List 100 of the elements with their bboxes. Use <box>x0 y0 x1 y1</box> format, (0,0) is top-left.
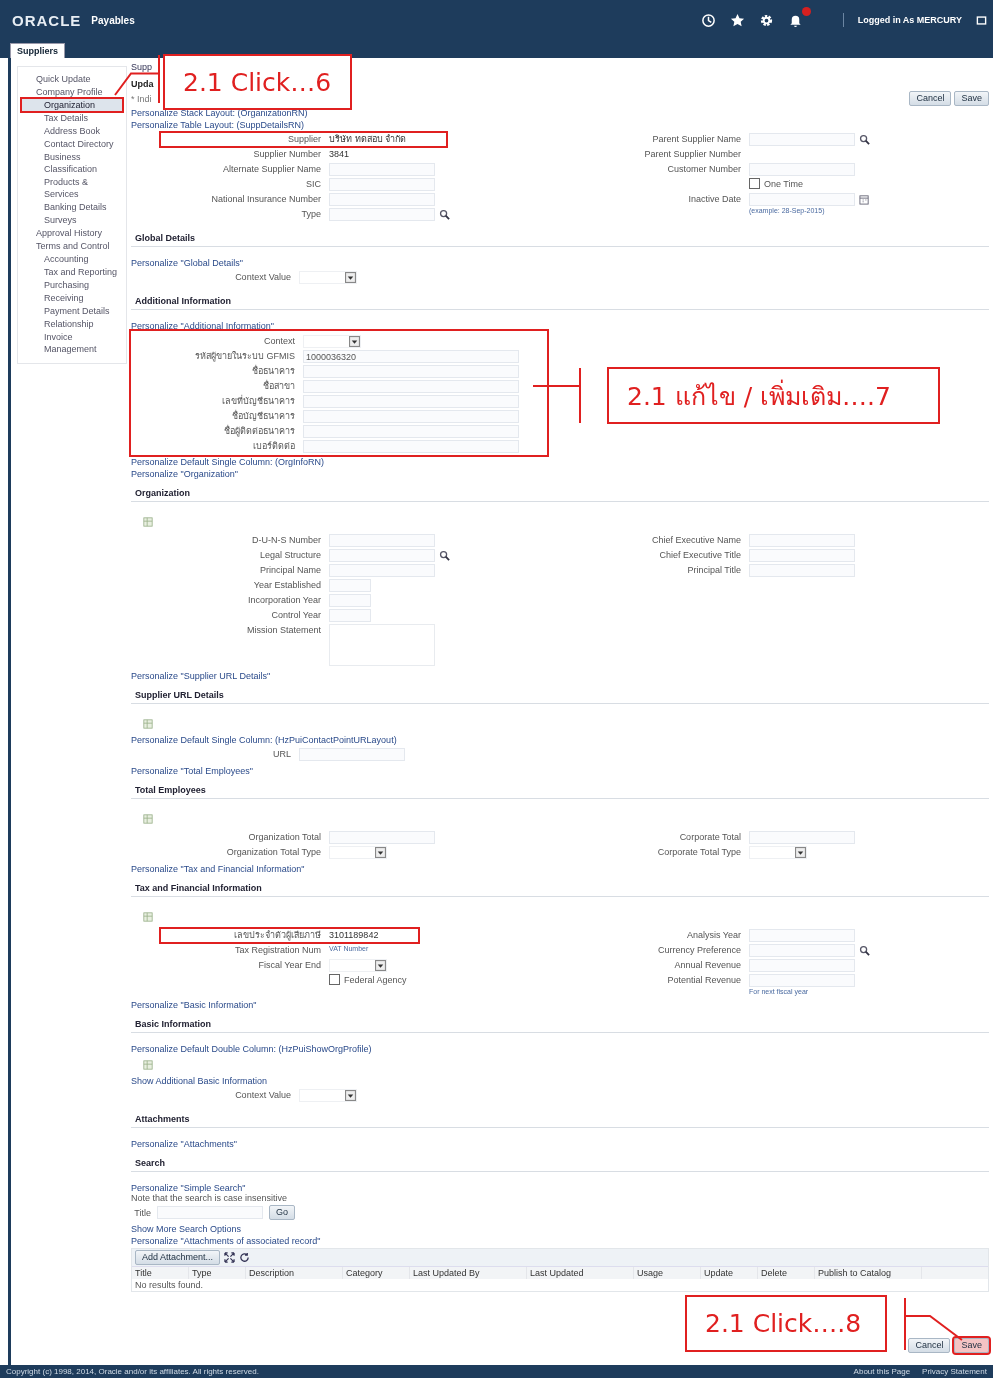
sidebar-item[interactable]: Contact Directory <box>22 138 122 150</box>
sidebar-item[interactable]: Payment Details <box>22 305 122 317</box>
input-field[interactable] <box>299 748 405 761</box>
history-icon[interactable] <box>700 12 716 28</box>
input-field[interactable] <box>303 425 519 438</box>
settings-icon[interactable] <box>758 12 774 28</box>
personalize-link[interactable]: Personalize Default Single Column: (HzPuiContactPointURLayout) <box>131 735 397 745</box>
search-icon[interactable] <box>439 550 450 561</box>
sidebar-item[interactable]: Tax Details <box>22 112 122 124</box>
personalize-link[interactable]: Personalize Default Double Column: (HzPuiShowOrgProfile) <box>131 1044 372 1054</box>
sidebar-item[interactable]: Approval History <box>22 227 122 239</box>
input-field[interactable] <box>329 831 435 844</box>
grid-icon[interactable] <box>143 1060 153 1070</box>
personalize-link[interactable]: Personalize Default Single Column: (OrgInfoRN) <box>131 457 325 467</box>
cancel-button[interactable]: Cancel <box>908 1338 951 1353</box>
input-field[interactable] <box>303 380 519 393</box>
personalize-link[interactable]: Show Additional Basic Information <box>131 1076 268 1086</box>
breadcrumb-link[interactable]: Supp <box>131 62 153 72</box>
personalize-link[interactable]: Personalize "Attachments" <box>131 1139 237 1149</box>
sidebar-item[interactable]: Relationship <box>22 318 122 330</box>
search-icon[interactable] <box>859 134 870 145</box>
input-field[interactable] <box>329 609 371 622</box>
dropdown-field[interactable] <box>303 335 361 348</box>
footer-link[interactable]: About this Page <box>853 1367 911 1376</box>
input-field[interactable] <box>329 534 435 547</box>
personalize-link[interactable]: Personalize Stack Layout: (OrganizationRN) <box>131 108 308 118</box>
personalize-link[interactable]: Personalize "Organization" <box>131 469 238 479</box>
add-attachment-button[interactable]: Add Attachment... <box>135 1250 221 1265</box>
sidebar-item[interactable]: Terms and Control <box>22 240 122 252</box>
sidebar-item[interactable]: Surveys <box>22 214 122 226</box>
sidebar-item[interactable]: Company Profile <box>22 86 122 98</box>
sidebar-item[interactable]: Purchasing <box>22 279 122 291</box>
personalize-link[interactable]: Personalize "Global Details" <box>131 258 243 268</box>
input-field[interactable] <box>303 365 519 378</box>
input-field[interactable] <box>749 929 855 942</box>
personalize-link[interactable]: Personalize "Tax and Financial Information" <box>131 864 305 874</box>
input-field[interactable] <box>749 564 855 577</box>
sidebar-item[interactable]: Tax and Reporting <box>22 266 122 278</box>
dropdown-field[interactable] <box>329 959 387 972</box>
personalize-link[interactable]: Personalize "Additional Information" <box>131 321 274 331</box>
search-icon[interactable] <box>439 209 450 220</box>
window-icon[interactable] <box>976 14 987 26</box>
input-field[interactable] <box>329 178 435 191</box>
input-field[interactable] <box>749 163 855 176</box>
input-field[interactable] <box>749 974 855 987</box>
sidebar-item[interactable]: Products & Services <box>22 176 122 200</box>
dropdown-field[interactable] <box>749 846 807 859</box>
star-icon[interactable] <box>729 12 745 28</box>
sidebar-item[interactable]: Address Book <box>22 125 122 137</box>
expand-icon[interactable] <box>224 1252 236 1263</box>
search-field[interactable] <box>157 1206 263 1219</box>
sidebar-item[interactable]: Receiving <box>22 292 122 304</box>
personalize-link[interactable]: Personalize "Total Employees" <box>131 766 253 776</box>
input-field[interactable] <box>749 549 855 562</box>
sidebar-item[interactable]: Business Classification <box>22 151 122 175</box>
input-field[interactable] <box>303 440 519 453</box>
input-field[interactable] <box>329 579 371 592</box>
personalize-link[interactable]: Personalize "Simple Search" <box>131 1183 246 1193</box>
checkbox[interactable] <box>329 974 340 985</box>
grid-icon[interactable] <box>143 912 153 922</box>
personalize-link[interactable]: Show More Search Options <box>131 1224 242 1234</box>
input-field[interactable] <box>329 549 435 562</box>
input-field[interactable] <box>329 193 435 206</box>
dropdown-field[interactable] <box>329 846 387 859</box>
input-field[interactable] <box>329 163 435 176</box>
grid-icon[interactable] <box>143 719 153 729</box>
go-button[interactable]: Go <box>269 1205 295 1220</box>
input-field[interactable] <box>749 959 855 972</box>
input-field[interactable] <box>303 410 519 423</box>
personalize-link[interactable]: Personalize "Basic Information" <box>131 1000 257 1010</box>
input-field[interactable] <box>749 944 855 957</box>
input-field[interactable] <box>749 831 855 844</box>
footer-link[interactable]: Privacy Statement <box>922 1367 987 1376</box>
calendar-icon[interactable] <box>859 194 870 205</box>
input-field[interactable]: 1000036320 <box>303 350 519 363</box>
input-field[interactable] <box>303 395 519 408</box>
sidebar-item[interactable]: Quick Update <box>22 73 122 85</box>
input-field[interactable] <box>329 208 435 221</box>
grid-icon[interactable] <box>143 814 153 824</box>
input-field[interactable] <box>749 534 855 547</box>
personalize-link[interactable]: Personalize "Supplier URL Details" <box>131 671 271 681</box>
cancel-button[interactable]: Cancel <box>909 91 952 106</box>
sidebar-item[interactable]: Accounting <box>22 253 122 265</box>
dropdown-field[interactable] <box>299 1089 357 1102</box>
checkbox[interactable] <box>749 178 760 189</box>
input-field[interactable] <box>749 193 855 206</box>
input-field[interactable] <box>749 133 855 146</box>
sidebar-item[interactable]: Organization <box>22 99 122 111</box>
save-button[interactable]: Save <box>954 1338 989 1353</box>
grid-icon[interactable] <box>143 517 153 527</box>
personalize-link[interactable]: Personalize Table Layout: (SuppDetailsRN) <box>131 120 304 130</box>
sidebar-item[interactable]: Invoice Management <box>22 331 122 355</box>
search-icon[interactable] <box>859 945 870 956</box>
save-button[interactable]: Save <box>954 91 989 106</box>
refresh-icon[interactable] <box>239 1252 251 1263</box>
dropdown-field[interactable] <box>299 271 357 284</box>
input-field[interactable] <box>329 594 371 607</box>
sidebar-item[interactable]: Banking Details <box>22 201 122 213</box>
suppliers-tab[interactable]: Suppliers <box>10 43 65 58</box>
personalize-link[interactable]: Personalize "Attachments of associated record" <box>131 1236 321 1246</box>
